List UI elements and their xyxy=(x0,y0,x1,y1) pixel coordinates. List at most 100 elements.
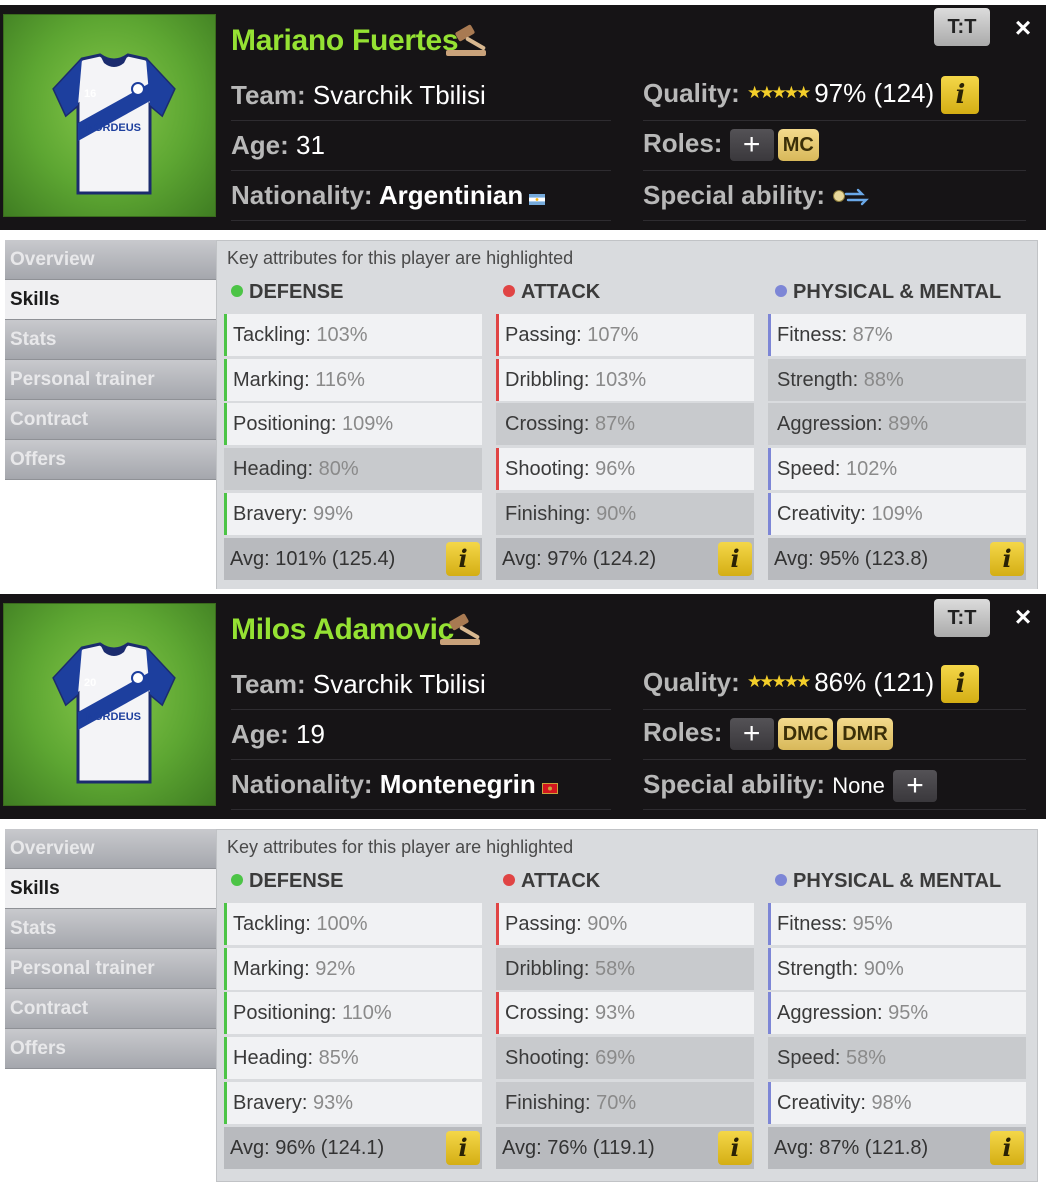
roles-label: Roles: xyxy=(643,128,730,158)
physical-header: PHYSICAL & MENTAL xyxy=(775,870,1001,893)
special-ability-label: Special ability: xyxy=(643,180,833,210)
special-ability-value: None xyxy=(832,773,892,798)
attack-header: ATTACK xyxy=(503,281,600,304)
attribute-value: 88% xyxy=(863,369,904,391)
average-value: Avg: 101% (125.4) xyxy=(230,548,396,570)
attack-header: ATTACK xyxy=(503,870,600,893)
average-value: Avg: 87% (121.8) xyxy=(774,1137,929,1159)
add-role-button[interactable]: + xyxy=(729,718,774,751)
add-special-ability-button[interactable]: + xyxy=(893,770,938,803)
tab-skills[interactable]: Skills xyxy=(5,280,216,320)
attribute-value: 98% xyxy=(871,1092,912,1114)
attribute-row: Creativity: 109% xyxy=(768,493,1026,535)
separator-line xyxy=(231,170,611,171)
attribute-row: Heading: 85% xyxy=(224,1037,482,1079)
attribute-value: 103% xyxy=(316,324,368,346)
attribute-row: Positioning: 109% xyxy=(224,403,482,445)
quality-info-button[interactable]: i xyxy=(941,665,980,703)
quality-info-button[interactable]: i xyxy=(941,76,980,114)
player-card: 16 NORDEUS Mariano Fuertes T:T × Team: Svarch… xyxy=(0,0,1048,594)
tab-contract[interactable]: Contract xyxy=(5,989,216,1029)
attribute-row: Heading: 80% xyxy=(224,448,482,490)
skills-panel: Key attributes for this player are highl… xyxy=(216,240,1038,593)
special-ability-row: Special ability: xyxy=(643,180,870,211)
physical-average: Avg: 87% (121.8) i xyxy=(768,1127,1026,1169)
defense-average: Avg: 96% (124.1) i xyxy=(224,1127,482,1169)
defense-info-button[interactable]: i xyxy=(446,542,480,576)
attribute-value: 99% xyxy=(313,503,354,525)
team-label: Team: xyxy=(231,80,313,110)
attribute-row: Tackling: 103% xyxy=(224,314,482,356)
attribute-value: 103% xyxy=(595,369,647,391)
tab-personal-trainer[interactable]: Personal trainer xyxy=(5,949,216,989)
attack-dot-icon xyxy=(503,285,515,297)
quality-label: Quality: xyxy=(643,77,748,108)
attribute-row: Aggression: 95% xyxy=(768,992,1026,1034)
tab-offers[interactable]: Offers xyxy=(5,440,216,480)
auction-gavel-icon[interactable] xyxy=(444,24,492,58)
separator-line xyxy=(231,809,611,810)
physical-info-button[interactable]: i xyxy=(990,1131,1024,1165)
skills-panel: Key attributes for this player are highl… xyxy=(216,829,1038,1182)
role-badge[interactable]: DMC xyxy=(777,718,834,751)
attribute-value: 95% xyxy=(888,1002,929,1024)
quality-value: 86% (121) xyxy=(814,666,942,697)
attack-title: ATTACK xyxy=(521,870,601,892)
tab-personal-trainer[interactable]: Personal trainer xyxy=(5,360,216,400)
attribute-row: Shooting: 69% xyxy=(496,1037,754,1079)
physical-dot-icon xyxy=(775,285,787,297)
attribute-row: Fitness: 87% xyxy=(768,314,1026,356)
attribute-label: Crossing: xyxy=(505,413,596,435)
attribute-row: Speed: 58% xyxy=(768,1037,1026,1079)
attribute-row: Aggression: 89% xyxy=(768,403,1026,445)
quality-row: Quality: ★★★★★ 86% (121) i xyxy=(643,665,980,703)
svg-text:NORDEUS: NORDEUS xyxy=(86,711,141,723)
attack-title: ATTACK xyxy=(521,281,601,303)
close-button[interactable]: × xyxy=(1008,599,1038,635)
close-button[interactable]: × xyxy=(1008,10,1038,46)
add-role-button[interactable]: + xyxy=(729,129,774,162)
nationality-row: Nationality: Argentinian xyxy=(231,180,546,211)
ball-pass-icon[interactable] xyxy=(832,188,870,206)
attack-info-button[interactable]: i xyxy=(718,542,752,576)
tab-offers[interactable]: Offers xyxy=(5,1029,216,1069)
tab-skills[interactable]: Skills xyxy=(5,869,216,909)
attribute-value: 70% xyxy=(596,1092,637,1114)
role-badge[interactable]: DMR xyxy=(837,718,893,751)
defense-dot-icon xyxy=(231,285,243,297)
physical-info-button[interactable]: i xyxy=(990,542,1024,576)
team-value: Svarchik Tbilisi xyxy=(312,80,486,110)
attribute-label: Bravery: xyxy=(233,1092,314,1114)
attribute-value: 102% xyxy=(845,458,898,480)
compare-kits-button[interactable]: T:T xyxy=(934,599,990,637)
separator-line xyxy=(231,120,611,121)
tab-contract[interactable]: Contract xyxy=(5,400,216,440)
attribute-value: 58% xyxy=(845,1047,886,1069)
auction-gavel-icon[interactable] xyxy=(438,613,486,647)
defense-header: DEFENSE xyxy=(231,870,343,893)
attribute-label: Passing: xyxy=(505,324,588,346)
compare-kits-button[interactable]: T:T xyxy=(934,8,990,46)
role-badge[interactable]: MC xyxy=(777,129,819,162)
tab-overview[interactable]: Overview xyxy=(5,240,216,280)
attack-info-button[interactable]: i xyxy=(718,1131,752,1165)
attribute-label: Positioning: xyxy=(233,1002,342,1024)
attribute-row: Creativity: 98% xyxy=(768,1082,1026,1124)
attribute-row: Marking: 92% xyxy=(224,948,482,990)
defense-info-button[interactable]: i xyxy=(446,1131,480,1165)
tab-stats[interactable]: Stats xyxy=(5,909,216,949)
nationality-label: Nationality: xyxy=(231,180,379,210)
attribute-row: Shooting: 96% xyxy=(496,448,754,490)
attribute-label: Passing: xyxy=(505,913,588,935)
tab-overview[interactable]: Overview xyxy=(5,829,216,869)
physical-dot-icon xyxy=(775,874,787,886)
attribute-value: 80% xyxy=(318,458,359,480)
attribute-row: Strength: 88% xyxy=(768,359,1026,401)
attribute-label: Bravery: xyxy=(233,503,314,525)
separator-line xyxy=(643,170,1026,171)
attribute-label: Finishing: xyxy=(505,1092,597,1114)
attribute-row: Passing: 90% xyxy=(496,903,754,945)
average-value: Avg: 95% (123.8) xyxy=(774,548,929,570)
tab-stats[interactable]: Stats xyxy=(5,320,216,360)
attribute-value: 93% xyxy=(313,1092,354,1114)
